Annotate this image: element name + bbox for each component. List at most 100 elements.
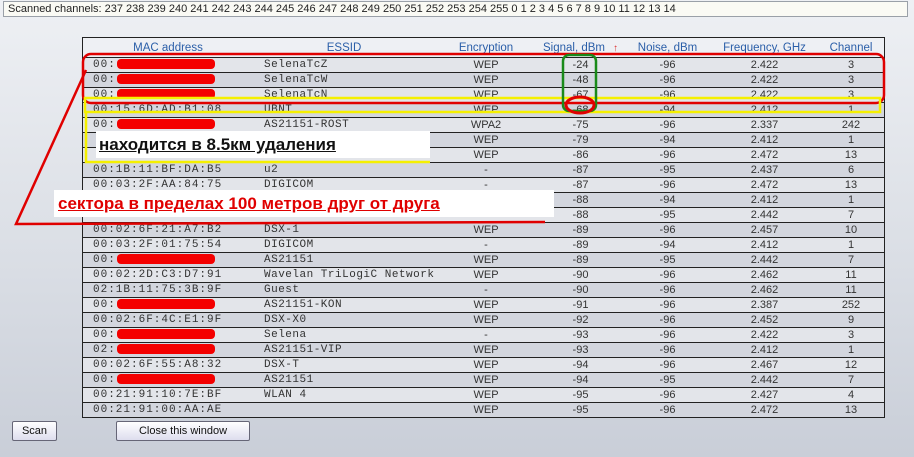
table-row[interactable]: 00:1B:11:BF:DA:B5 u2 - -87 -95 2.437 6: [82, 162, 885, 178]
table-row[interactable]: 00: AS21151-KON WEP -91 -96 2.387 252: [82, 297, 885, 313]
encryption-cell-text: WEP: [473, 404, 499, 416]
noise-cell-text: -96: [659, 179, 676, 191]
table-row[interactable]: 00:02:2D:C3:D7:91 Wavelan TriLogiC Networ…: [82, 267, 885, 283]
encryption-cell: WEP: [435, 87, 537, 103]
mac-cell-text: 00:02:6F:55:A8:32: [93, 359, 223, 371]
essid-cell: DSX-X0: [253, 312, 435, 328]
noise-cell: -96: [624, 357, 711, 373]
col-channel[interactable]: Channel: [818, 37, 885, 58]
channel-cell-text: 1: [847, 104, 855, 116]
frequency-cell-text: 2.412: [750, 194, 779, 206]
encryption-cell: WEP: [435, 147, 537, 163]
frequency-cell-text: 2.412: [750, 239, 779, 251]
essid-cell-text: AS21151-ROST: [264, 119, 350, 131]
noise-cell-text: -94: [659, 134, 676, 146]
redaction-mark: [116, 374, 215, 385]
signal-cell-text: -86: [572, 149, 589, 161]
table-row[interactable]: 00: AS21151 WEP -89 -95 2.442 7: [82, 252, 885, 268]
mac-cell-text: 00:: [93, 329, 116, 341]
channel-cell-text: 11: [845, 269, 857, 281]
noise-cell-text: -96: [659, 389, 676, 401]
encryption-cell: WEP: [435, 102, 537, 118]
noise-cell: -95: [624, 372, 711, 388]
col-noise[interactable]: Noise, dBm: [624, 37, 711, 58]
noise-cell-text: -96: [659, 74, 676, 86]
col-essid[interactable]: ESSID: [253, 37, 435, 58]
essid-cell: [253, 402, 435, 418]
table-row[interactable]: 00:02:6F:21:A7:B2 DSX-1 WEP -89 -96 2.457 10: [82, 222, 885, 238]
signal-cell-text: -87: [572, 164, 589, 176]
table-row[interactable]: 00:21:91:10:7E:BF WLAN 4 WEP -95 -96 2.427 4: [82, 387, 885, 403]
essid-cell: UBNT: [253, 102, 435, 118]
table-row[interactable]: 00: SelenaTcW WEP -48 -96 2.422 3: [82, 72, 885, 88]
noise-cell: -96: [624, 402, 711, 418]
mac-cell: 00:: [82, 327, 253, 343]
noise-cell-text: -96: [659, 314, 676, 326]
table-row[interactable]: 00:15:6D:AD:B1:08 UBNT WEP -68 -94 2.412 1: [82, 102, 885, 118]
encryption-cell-text: -: [484, 329, 488, 341]
table-row[interactable]: 02:1B:11:75:3B:9F Guest - -90 -96 2.462 11: [82, 282, 885, 298]
frequency-cell: 2.467: [711, 357, 818, 373]
channel-cell: 11: [818, 282, 885, 298]
scanned-channels-bar: Scanned channels: 237 238 239 240 241 24…: [3, 1, 908, 17]
frequency-cell-text: 2.427: [750, 389, 779, 401]
encryption-cell-text: WEP: [473, 344, 499, 356]
table-row[interactable]: 00:21:91:00:AA:AE WEP -95 -96 2.472 13: [82, 402, 885, 418]
col-frequency[interactable]: Frequency, GHz: [711, 37, 818, 58]
signal-cell: -94: [537, 372, 624, 388]
table-row[interactable]: 00: SelenaTcN WEP -67 -96 2.422 3: [82, 87, 885, 103]
table-row[interactable]: 00: AS21151 WEP -94 -95 2.442 7: [82, 372, 885, 388]
redaction-mark: [116, 119, 215, 130]
frequency-cell-text: 2.462: [750, 284, 779, 296]
col-encryption[interactable]: Encryption: [435, 37, 537, 58]
scan-button[interactable]: Scan: [12, 421, 57, 441]
noise-cell: -95: [624, 252, 711, 268]
signal-cell-text: -67: [572, 89, 589, 101]
mac-cell-text: 00:: [93, 374, 116, 386]
signal-cell: -89: [537, 237, 624, 253]
essid-cell: u2: [253, 162, 435, 178]
essid-cell-text: WLAN 4: [264, 389, 307, 401]
noise-cell: -96: [624, 222, 711, 238]
signal-cell-text: -75: [572, 119, 589, 131]
col-signal[interactable]: Signal, dBm ↑: [537, 37, 624, 58]
signal-cell: -93: [537, 342, 624, 358]
frequency-cell: 2.427: [711, 387, 818, 403]
encryption-cell-text: -: [484, 239, 488, 251]
mac-cell: 00:02:6F:55:A8:32: [82, 357, 253, 373]
table-row[interactable]: 00: Selena - -93 -96 2.422 3: [82, 327, 885, 343]
frequency-cell: 2.472: [711, 402, 818, 418]
signal-cell-text: -89: [572, 239, 589, 251]
frequency-cell: 2.387: [711, 297, 818, 313]
signal-cell-text: -90: [572, 269, 589, 281]
mac-cell-text: 00:21:91:00:AA:AE: [93, 404, 223, 416]
signal-cell-text: -88: [572, 194, 589, 206]
table-row[interactable]: 00:02:6F:55:A8:32 DSX-T WEP -94 -96 2.467 12: [82, 357, 885, 373]
signal-cell-text: -90: [572, 284, 589, 296]
frequency-cell: 2.422: [711, 57, 818, 73]
noise-cell: -96: [624, 282, 711, 298]
channel-cell-text: 3: [847, 329, 855, 341]
essid-cell-text: SelenaTcN: [264, 89, 328, 101]
close-window-button[interactable]: Close this window: [116, 421, 250, 441]
mac-cell-text: 00:02:2D:C3:D7:91: [93, 269, 223, 281]
encryption-cell: WEP: [435, 297, 537, 313]
essid-cell: Selena: [253, 327, 435, 343]
table-row[interactable]: 00: SelenaTcZ WEP -24 -96 2.422 3: [82, 57, 885, 73]
table-row[interactable]: 00:02:6F:4C:E1:9F DSX-X0 WEP -92 -96 2.452 9: [82, 312, 885, 328]
encryption-cell-text: WEP: [473, 374, 499, 386]
noise-cell-text: -95: [659, 164, 676, 176]
mac-cell: 00:: [82, 87, 253, 103]
col-mac[interactable]: MAC address: [82, 37, 253, 58]
mac-cell: 02:1B:11:75:3B:9F: [82, 282, 253, 298]
frequency-cell: 2.412: [711, 102, 818, 118]
essid-cell: DSX-1: [253, 222, 435, 238]
frequency-cell: 2.462: [711, 282, 818, 298]
table-row[interactable]: 00:03:2F:01:75:54 DIGICOM - -89 -94 2.412 1: [82, 237, 885, 253]
table-row[interactable]: 02: AS21151-VIP WEP -93 -96 2.412 1: [82, 342, 885, 358]
signal-cell: -67: [537, 87, 624, 103]
frequency-cell: 2.412: [711, 192, 818, 208]
noise-cell: -96: [624, 387, 711, 403]
encryption-cell: WEP: [435, 357, 537, 373]
channel-cell: 3: [818, 87, 885, 103]
